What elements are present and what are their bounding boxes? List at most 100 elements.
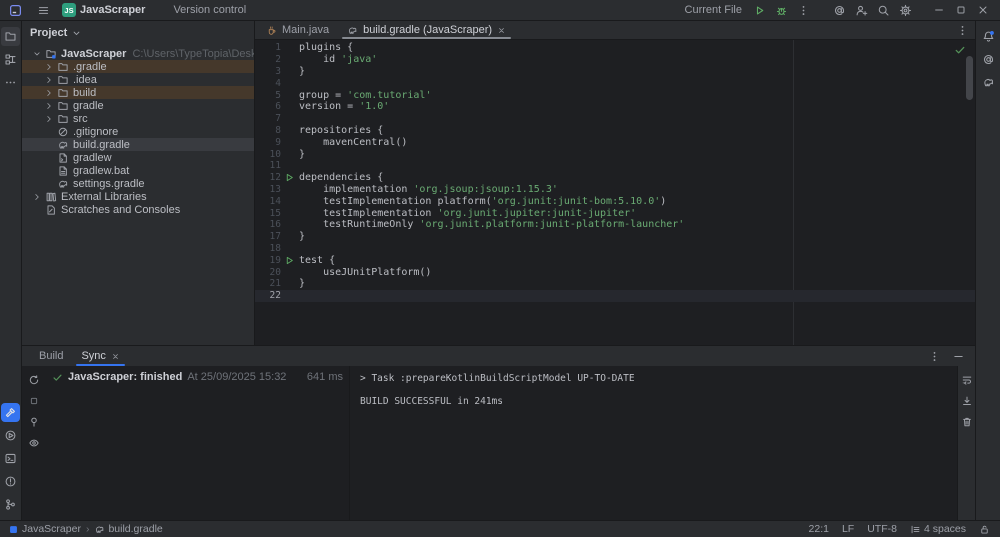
tree-item-javascraper[interactable]: JavaScraper C:\Users\TypeTopia\Desktop\Ja… [22, 47, 254, 60]
project-panel-header[interactable]: Project [22, 21, 254, 45]
terminal-tool-icon[interactable] [1, 449, 20, 468]
code-line-11: 11 [255, 160, 975, 172]
chevron-right-icon[interactable] [44, 88, 54, 98]
tree-item-label: gradlew.bat [73, 164, 130, 177]
settings-gear-icon[interactable] [896, 1, 914, 19]
notifications-bell-icon[interactable] [979, 27, 998, 46]
tree-item-external-libraries[interactable]: External Libraries [22, 190, 254, 203]
tree-item-gradle[interactable]: gradle [22, 99, 254, 112]
build-console-output[interactable]: > Task :prepareKotlinBuildScriptModel UP… [350, 366, 957, 520]
editor-tab-main-java[interactable]: Main.java [257, 21, 338, 39]
chevron-right-icon[interactable] [44, 101, 54, 111]
tree-item-gradlew[interactable]: gradlew [22, 151, 254, 164]
tree-item--gradle[interactable]: .gradle [22, 60, 254, 73]
file-writable-lock-icon[interactable] [979, 524, 990, 535]
status-widget-4-spaces[interactable]: 4 spaces [910, 523, 966, 535]
problems-tool-icon[interactable] [1, 472, 20, 491]
tree-item-gradlew-bat[interactable]: gradlew.bat [22, 164, 254, 177]
tab-options-icon[interactable] [953, 21, 971, 39]
git-tool-icon[interactable] [1, 495, 20, 514]
sync-refresh-icon[interactable] [26, 372, 42, 388]
run-tool-icon[interactable] [1, 426, 20, 445]
line-number: 2 [275, 54, 281, 66]
code-text: testRuntimeOnly 'org.junit.platform:juni… [299, 219, 685, 231]
editor-scrollbar[interactable] [966, 56, 973, 100]
ai-assistant-icon[interactable] [830, 1, 848, 19]
clear-output-icon[interactable] [959, 414, 975, 430]
inspections-ok-icon[interactable] [954, 44, 966, 56]
code-editor[interactable]: 1 plugins {2 id 'java' 3} 4 5 group = 'com.tu… [255, 40, 975, 345]
success-check-icon [52, 372, 63, 383]
sync-result-row[interactable]: JavaScraper: finished At 25/09/2025 15:3… [52, 371, 343, 383]
project-tool-icon[interactable] [1, 27, 20, 46]
build-panel-options-icon[interactable] [925, 347, 943, 365]
code-text: mavenCentral() [299, 136, 408, 148]
line-number: 12 [269, 172, 281, 184]
window-close-button[interactable] [974, 1, 992, 19]
chevron-right-icon[interactable] [44, 114, 54, 124]
code-line-16: 16 testRuntimeOnly 'org.junit.platform:j… [255, 219, 975, 231]
tree-item--idea[interactable]: .idea [22, 73, 254, 86]
view-options-icon[interactable] [26, 435, 42, 451]
close-tab-icon[interactable] [497, 26, 506, 35]
line-number: 5 [275, 89, 281, 101]
build-tool-icon[interactable] [1, 403, 20, 422]
structure-tool-icon[interactable] [1, 50, 20, 69]
main-menu-icon[interactable] [34, 1, 52, 19]
sync-task-duration: 641 ms [306, 371, 343, 383]
code-text: repositories { [299, 124, 384, 136]
breadcrumb-build-gradle[interactable]: build.gradle [94, 523, 163, 535]
window-minimize-button[interactable] [930, 1, 948, 19]
search-everywhere-icon[interactable] [874, 1, 892, 19]
tree-item-settings-gradle[interactable]: settings.gradle [22, 177, 254, 190]
code-text: } [299, 278, 306, 290]
project-widget[interactable]: JS JavaScraper [62, 3, 149, 17]
editor-tab-build-gradle-javascraper-[interactable]: build.gradle (JavaScraper) [338, 21, 515, 39]
tree-item-build-gradle[interactable]: build.gradle [22, 138, 254, 151]
window-restore-button[interactable] [952, 1, 970, 19]
app-logo-icon [6, 1, 24, 19]
build-panel-tab-build[interactable]: Build [30, 346, 72, 366]
chevron-down-icon[interactable] [32, 49, 42, 59]
left-tool-stripe [0, 21, 22, 520]
debug-button[interactable] [772, 1, 790, 19]
status-widget-22-1[interactable]: 22:1 [809, 523, 829, 535]
more-actions-icon[interactable] [794, 1, 812, 19]
tree-item--gitignore[interactable]: .gitignore [22, 125, 254, 138]
code-with-me-icon[interactable] [852, 1, 870, 19]
code-text: useJUnitPlatform() [299, 266, 432, 278]
soft-wrap-icon[interactable] [959, 372, 975, 388]
run-config-selector[interactable]: Current File [685, 4, 746, 16]
ai-assistant-tool-icon[interactable] [979, 50, 998, 69]
run-gutter-icon[interactable] [285, 173, 294, 182]
chevron-right-icon[interactable] [32, 192, 42, 202]
code-line-4: 4 [255, 77, 975, 89]
tree-item-scratches-and-consoles[interactable]: Scratches and Consoles [22, 203, 254, 216]
status-widget-utf-8[interactable]: UTF-8 [867, 523, 897, 535]
tree-item-src[interactable]: src [22, 112, 254, 125]
scroll-to-end-icon[interactable] [959, 393, 975, 409]
run-gutter-icon[interactable] [285, 256, 294, 265]
chevron-right-icon[interactable] [44, 75, 54, 85]
breadcrumb-javascraper[interactable]: JavaScraper [8, 523, 81, 535]
run-button[interactable] [750, 1, 768, 19]
line-number: 8 [275, 124, 281, 136]
pin-icon[interactable] [26, 414, 42, 430]
run-config-label: Current File [684, 4, 742, 16]
gradle-tool-icon[interactable] [979, 73, 998, 92]
close-tab-icon[interactable] [111, 352, 120, 361]
vcs-widget[interactable]: Version control [173, 4, 250, 16]
chevron-right-icon[interactable] [44, 62, 54, 72]
tree-item-label: build [73, 86, 97, 99]
gradle-file-icon [347, 25, 358, 36]
scratch-icon [45, 204, 57, 216]
status-widget-lf[interactable]: LF [842, 523, 854, 535]
build-panel-hide-icon[interactable] [949, 347, 967, 365]
build-panel-tab-sync[interactable]: Sync [72, 346, 128, 366]
stop-icon[interactable] [26, 393, 42, 409]
more-tool-windows-icon[interactable] [1, 73, 20, 92]
gradle-icon [94, 524, 105, 535]
code-line-6: 6 version = '1.0' [255, 101, 975, 113]
project-badge: JS [62, 3, 76, 17]
tree-item-build[interactable]: build [22, 86, 254, 99]
